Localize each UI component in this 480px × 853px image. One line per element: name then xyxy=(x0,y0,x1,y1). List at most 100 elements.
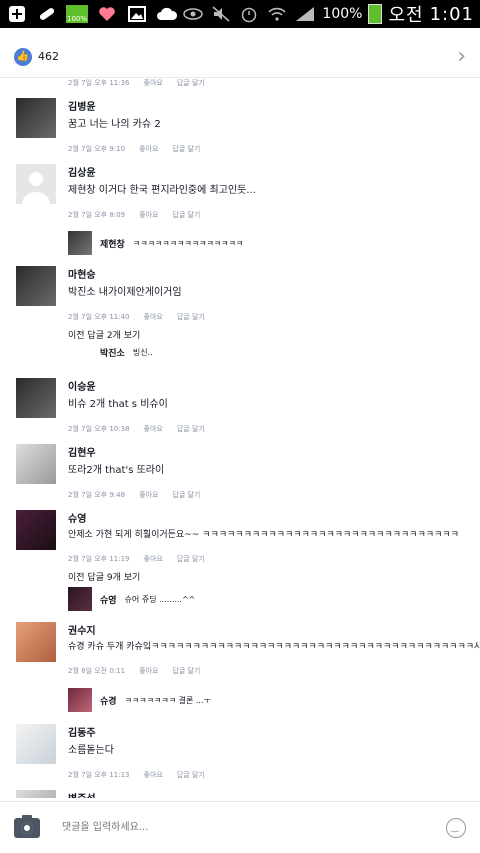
comment-list[interactable]: 2월 7일 오후 11:36 좋아요 답글 달기 김병윤 꿈고 너는 나의 카슈… xyxy=(0,78,480,798)
comment-meta: 2월 7일 오후 11:13 좋아요 답글 달기 xyxy=(68,770,463,780)
signal-icon xyxy=(294,5,316,23)
reply-avatar[interactable] xyxy=(68,231,92,255)
reply-item: 슈경 ㅋㅋㅋㅋㅋㅋㅋ 결론 ...ㅜ xyxy=(68,688,211,712)
comment-text: 또라2개 that's 또라이 xyxy=(68,465,165,476)
heart-icon xyxy=(96,5,118,23)
reply-link[interactable]: 답글 달기 xyxy=(177,424,205,434)
like-link[interactable]: 좋아요 xyxy=(139,210,158,220)
reply-link[interactable]: 답글 달기 xyxy=(177,312,205,322)
reply-item: 슈영 슈어 쥬딩 .........^^ xyxy=(68,587,195,611)
like-count: 462 xyxy=(38,50,59,63)
clock-time: 1:01 xyxy=(429,3,474,25)
reply-name[interactable]: 제현창 xyxy=(100,237,125,250)
comment-body: 김동주 소름돋는다 2월 7일 오후 11:13 좋아요 답글 달기 xyxy=(68,724,463,780)
avatar[interactable] xyxy=(16,444,56,484)
commenter-name[interactable]: 김동주 xyxy=(68,724,463,739)
likes-header[interactable]: 👍 462 › xyxy=(0,36,480,78)
reply-avatar[interactable] xyxy=(68,587,92,611)
like-link[interactable]: 좋아요 xyxy=(144,554,163,564)
avatar[interactable] xyxy=(16,164,56,204)
avatar[interactable] xyxy=(16,378,56,418)
camera-icon[interactable] xyxy=(14,814,40,838)
reply-link[interactable]: 답글 달기 xyxy=(177,770,205,780)
smiley-icon[interactable] xyxy=(446,817,466,838)
cloud-icon xyxy=(156,5,178,23)
comment-body: 김현우 또라2개 that's 또라이 2월 7일 오후 9:48 좋아요 답글… xyxy=(68,444,463,500)
comment-text: 소름돋는다 xyxy=(68,745,114,756)
eye-icon xyxy=(182,5,204,23)
alarm-icon xyxy=(238,5,260,23)
comment-time: 2월 7일 오후 9:48 xyxy=(68,491,126,499)
battery-percent: 100% xyxy=(322,6,363,22)
reply-item: 제현창 ㅋㅋㅋㅋㅋㅋㅋㅋㅋㅋㅋㅋㅋㅋㅋ xyxy=(68,231,243,255)
like-icon: 👍 xyxy=(14,47,32,66)
comment-text: 슈경 카슈 두개 카슈잌ㅋㅋㅋㅋㅋㅋㅋㅋㅋㅋㅋㅋㅋㅋㅋㅋㅋㅋㅋㅋㅋㅋㅋㅋㅋㅋㅋㅋ… xyxy=(68,642,480,652)
like-link[interactable]: 좋아요 xyxy=(144,78,163,88)
comment-input[interactable] xyxy=(60,821,446,834)
plus-icon xyxy=(6,5,28,23)
avatar[interactable] xyxy=(16,98,56,138)
reply-name[interactable]: 슈경 xyxy=(100,694,117,707)
reply-name[interactable]: 박진소 xyxy=(100,346,125,359)
comment-item: 변준석 xyxy=(16,790,466,798)
commenter-name[interactable]: 권수지 xyxy=(68,622,463,637)
like-link[interactable]: 좋아요 xyxy=(139,490,158,500)
comment-item: 슈영 안제소 가현 되게 히훨이거든요~~ ㅋㅋㅋㅋㅋㅋㅋㅋㅋㅋㅋㅋㅋㅋㅋㅋㅋㅋ… xyxy=(16,510,466,615)
reply-text: ㅋㅋㅋㅋㅋㅋㅋㅋㅋㅋㅋㅋㅋㅋㅋ xyxy=(132,238,244,248)
comment-item: 김상윤 제현창 이거다 한국 편지라인중에 최고인듯... 2월 7일 오후 8… xyxy=(16,164,466,264)
comment-time: 2월 7일 오후 11:19 xyxy=(68,555,130,563)
like-link[interactable]: 좋아요 xyxy=(139,144,158,154)
avatar[interactable] xyxy=(16,510,56,550)
reply-link[interactable]: 답글 달기 xyxy=(172,144,200,154)
avatar[interactable] xyxy=(16,724,56,764)
reply-text: ㅋㅋㅋㅋㅋㅋㅋ 결론 ...ㅜ xyxy=(124,695,211,705)
comment-meta: 2월 7일 오후 8:09 좋아요 답글 달기 xyxy=(68,210,463,220)
reply-link[interactable]: 답글 달기 xyxy=(172,210,200,220)
status-bar: 100% 100% 오전 1:01 xyxy=(0,0,480,28)
reply-link[interactable]: 답글 달기 xyxy=(177,554,205,564)
commenter-name[interactable]: 김병윤 xyxy=(68,98,463,113)
avatar[interactable] xyxy=(16,790,56,798)
reply-avatar[interactable] xyxy=(68,688,92,712)
status-bar-left: 100% xyxy=(6,5,178,23)
reply-link[interactable]: 답글 달기 xyxy=(177,78,205,88)
commenter-name[interactable]: 마현승 xyxy=(68,266,463,281)
battery-small-icon: 100% xyxy=(66,5,88,23)
wifi-icon xyxy=(266,5,288,23)
comment-meta: 2월 7일 오후 10:38 좋아요 답글 달기 xyxy=(68,424,463,434)
status-bar-right: 100% 오전 1:01 xyxy=(182,1,474,27)
comment-item: 권수지 슈경 카슈 두개 카슈잌ㅋㅋㅋㅋㅋㅋㅋㅋㅋㅋㅋㅋㅋㅋㅋㅋㅋㅋㅋㅋㅋㅋㅋㅋ… xyxy=(16,622,480,722)
reply-name[interactable]: 슈영 xyxy=(100,593,117,606)
view-previous-replies[interactable]: 이전 답글 2개 보기 xyxy=(68,328,463,341)
avatar[interactable] xyxy=(16,622,56,662)
view-previous-replies[interactable]: 이전 답글 9개 보기 xyxy=(68,570,463,583)
reply-text: 슈어 쥬딩 .........^^ xyxy=(124,594,196,604)
like-link[interactable]: 좋아요 xyxy=(144,424,163,434)
comment-meta: 2월 7일 오후 11:40 좋아요 답글 달기 xyxy=(68,312,463,322)
comment-time: 2월 7일 오후 11:36 xyxy=(68,79,130,87)
comment-meta: 2월 7일 오후 9:10 좋아요 답글 달기 xyxy=(68,144,463,154)
comment-meta: 2월 7일 오후 9:48 좋아요 답글 달기 xyxy=(68,490,463,500)
commenter-name[interactable]: 김현우 xyxy=(68,444,463,459)
like-link[interactable]: 좋아요 xyxy=(144,770,163,780)
comment-item: 마현승 박진소 내가이제안게이거임 2월 7일 오후 11:40 좋아요 답글 … xyxy=(16,266,466,376)
reply-link[interactable]: 답글 달기 xyxy=(172,666,200,676)
comment-time: 2월 8일 오전 0:11 xyxy=(68,667,126,675)
default-avatar-icon xyxy=(22,172,50,204)
chevron-right-icon[interactable]: › xyxy=(457,45,466,68)
comment-input-bar xyxy=(0,801,480,853)
commenter-name[interactable]: 이승윤 xyxy=(68,378,463,393)
commenter-name[interactable]: 김상윤 xyxy=(68,164,463,179)
battery-icon xyxy=(368,4,383,24)
comment-text: 제현창 이거다 한국 편지라인중에 최고인듯... xyxy=(68,185,256,196)
comment-item: 김동주 소름돋는다 2월 7일 오후 11:13 좋아요 답글 달기 xyxy=(16,724,466,784)
image-icon xyxy=(126,5,148,23)
commenter-name[interactable]: 변준석 xyxy=(68,790,463,798)
reply-link[interactable]: 답글 달기 xyxy=(172,490,200,500)
commenter-name[interactable]: 슈영 xyxy=(68,510,463,525)
like-link[interactable]: 좋아요 xyxy=(144,312,163,322)
avatar[interactable] xyxy=(16,266,56,306)
like-link[interactable]: 좋아요 xyxy=(139,666,158,676)
reply-item: 박진소 빙신.. xyxy=(100,346,153,359)
comments-sheet: 👍 462 › 2월 7일 오후 11:36 좋아요 답글 달기 김병윤 꿈고 … xyxy=(0,36,480,853)
